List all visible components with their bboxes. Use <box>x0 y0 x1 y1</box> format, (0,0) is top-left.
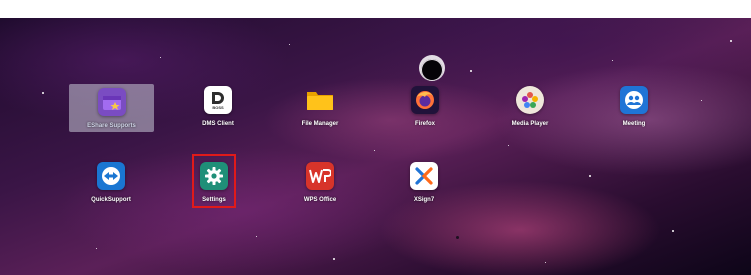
app-quicksupport[interactable]: QuickSupport <box>61 162 161 224</box>
selection-highlight-box <box>192 154 236 208</box>
app-label: EShare Supports <box>87 123 136 129</box>
app-eshare[interactable]: EShare Supports <box>69 84 154 132</box>
app-label: Firefox <box>414 121 435 127</box>
media-player-icon <box>516 86 544 114</box>
meeting-icon <box>620 86 648 114</box>
dms-client-icon: BOSS <box>204 86 232 114</box>
dms-sublabel: BOSS <box>212 104 224 110</box>
app-label: QuickSupport <box>91 197 131 203</box>
app-dms-client[interactable]: BOSS DMS Client <box>168 86 268 148</box>
app-label: File Manager <box>301 121 339 127</box>
app-media-player[interactable]: Media Player <box>480 86 580 148</box>
app-meeting[interactable]: Meeting <box>584 86 684 148</box>
app-label: WPS Office <box>303 197 337 203</box>
firefox-icon <box>411 86 439 114</box>
app-grid: EShare Supports BOSS DMS Client File Man… <box>0 0 751 275</box>
app-wps-office[interactable]: WPS Office <box>270 162 370 224</box>
app-xsign[interactable]: XSign7 <box>374 162 474 224</box>
wps-office-icon <box>306 162 334 190</box>
app-file-manager[interactable]: File Manager <box>270 86 370 148</box>
app-label: XSign7 <box>413 197 435 203</box>
app-label: Media Player <box>511 121 549 127</box>
app-label: Meeting <box>622 121 646 127</box>
xsign-icon <box>410 162 438 190</box>
folder-icon <box>306 86 334 114</box>
app-firefox[interactable]: Firefox <box>375 86 475 148</box>
desktop-wallpaper: EShare Supports BOSS DMS Client File Man… <box>0 0 751 275</box>
app-label: DMS Client <box>202 121 234 127</box>
eshare-icon <box>97 88 126 116</box>
quicksupport-icon <box>97 162 125 190</box>
